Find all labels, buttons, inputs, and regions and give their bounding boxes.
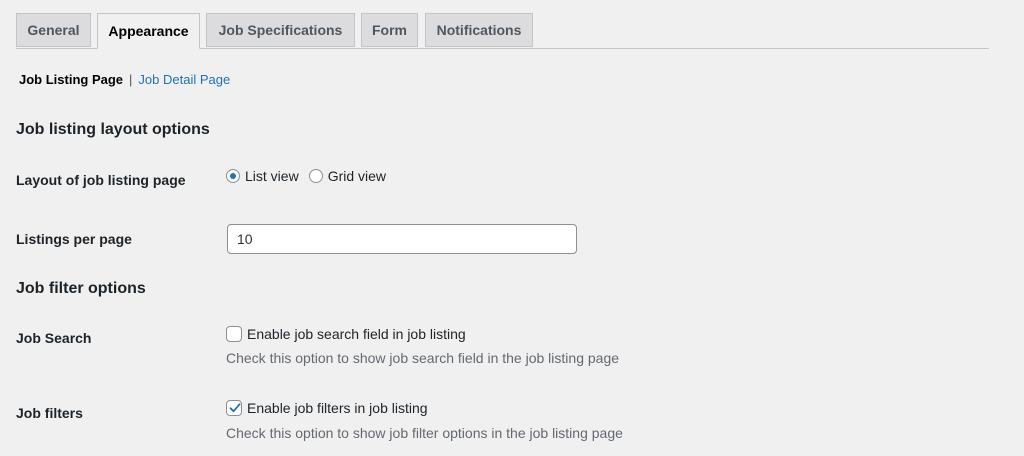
- tab-general-label: General: [27, 22, 80, 38]
- tab-form[interactable]: Form: [361, 13, 418, 47]
- job-search-checkbox[interactable]: [226, 326, 242, 342]
- listings-per-page-label: Listings per page: [16, 231, 132, 247]
- tab-job-specifications-label: Job Specifications: [218, 22, 343, 38]
- job-search-checkbox-label: Enable job search field in job listing: [247, 326, 466, 342]
- tab-notifications-label: Notifications: [436, 22, 522, 38]
- layout-radio-group: List view Grid view: [226, 168, 396, 184]
- subnav-current: Job Listing Page: [19, 72, 124, 87]
- job-search-label: Job Search: [16, 330, 92, 346]
- job-filters-description: Check this option to show job filter opt…: [226, 425, 623, 441]
- checkmark-icon: [229, 403, 241, 413]
- layout-label: Layout of job listing page: [16, 172, 186, 188]
- subpage-nav: Job Listing Page | Job Detail Page: [19, 72, 230, 87]
- tab-job-specifications[interactable]: Job Specifications: [206, 13, 355, 47]
- job-filters-label: Job filters: [16, 405, 83, 421]
- grid-view-option[interactable]: Grid view: [308, 168, 387, 184]
- tab-appearance[interactable]: Appearance: [97, 13, 200, 49]
- subnav-separator: |: [129, 72, 133, 87]
- job-search-option[interactable]: Enable job search field in job listing: [226, 326, 466, 342]
- listings-per-page-input[interactable]: [227, 224, 577, 254]
- job-filters-option[interactable]: Enable job filters in job listing: [226, 400, 428, 416]
- list-view-option[interactable]: List view: [226, 168, 299, 184]
- filter-section-heading: Job filter options: [16, 280, 146, 297]
- settings-tabs: General Appearance Job Specifications Fo…: [16, 13, 989, 49]
- subnav-job-detail-link[interactable]: Job Detail Page: [138, 72, 230, 87]
- tab-general[interactable]: General: [16, 13, 91, 47]
- job-search-description: Check this option to show job search fie…: [226, 350, 620, 366]
- settings-page: General Appearance Job Specifications Fo…: [0, 0, 1024, 456]
- tab-form-label: Form: [372, 22, 407, 38]
- list-view-radio[interactable]: [226, 169, 240, 183]
- layout-section-heading: Job listing layout options: [16, 121, 210, 138]
- grid-view-radio[interactable]: [308, 169, 323, 183]
- job-filters-checkbox[interactable]: [226, 400, 242, 416]
- grid-view-label: Grid view: [327, 168, 387, 184]
- tab-notifications[interactable]: Notifications: [425, 13, 533, 47]
- job-filters-checkbox-label: Enable job filters in job listing: [247, 400, 428, 416]
- tab-appearance-label: Appearance: [108, 23, 189, 39]
- list-view-label: List view: [245, 168, 299, 184]
